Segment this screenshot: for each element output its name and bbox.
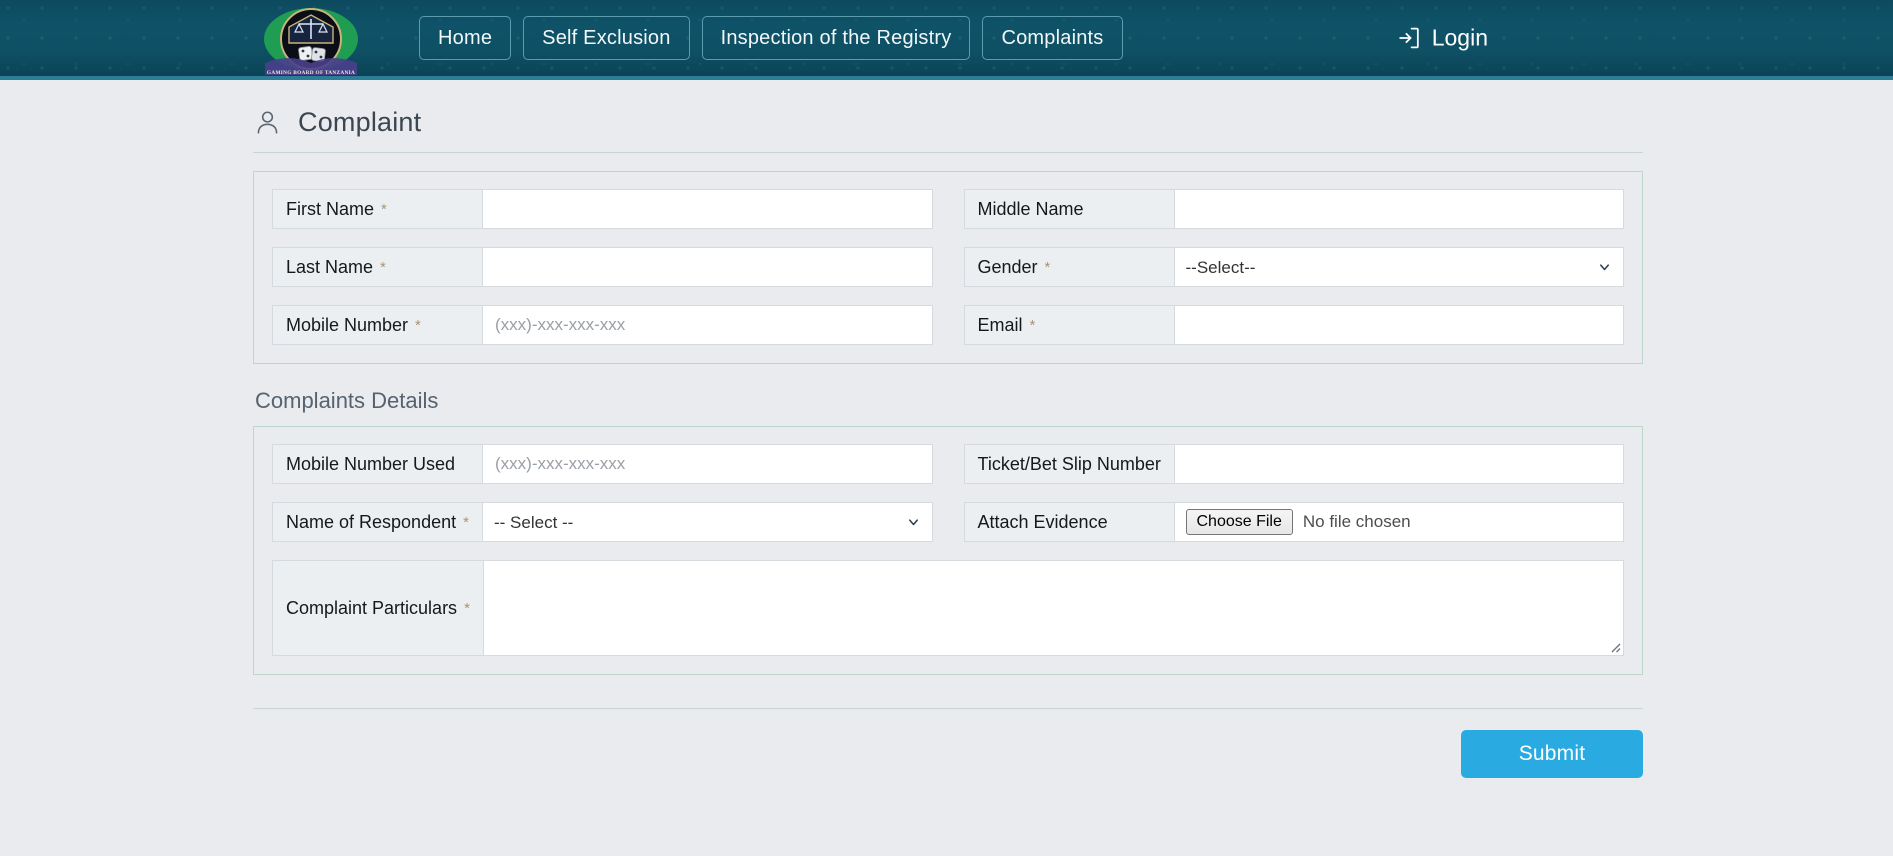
control-attach-evidence: Choose File No file chosen — [1174, 503, 1623, 541]
field-first-name: First Name * — [272, 189, 933, 229]
page-title-row: Complaint — [253, 95, 1643, 152]
gaming-board-of-tanzania-logo[interactable]: GAMING BOARD OF TANZANIA — [258, 0, 364, 76]
field-mobile-number: Mobile Number * — [272, 305, 933, 345]
footer-actions: Submit — [253, 709, 1643, 778]
field-email: Email * — [963, 305, 1624, 345]
middle-name-input[interactable] — [1184, 190, 1613, 228]
label-mobile-number-used: Mobile Number Used — [273, 445, 483, 483]
control-middle-name — [1174, 190, 1623, 228]
mobile-number-used-input[interactable] — [493, 445, 922, 483]
title-divider — [253, 152, 1643, 153]
control-complaint-particulars — [483, 561, 1623, 655]
label-first-name: First Name * — [273, 190, 483, 228]
field-ticket-bet-slip-number: Ticket/Bet Slip Number — [963, 444, 1624, 484]
label-ticket-bet-slip-number: Ticket/Bet Slip Number — [964, 445, 1175, 483]
mobile-number-input[interactable] — [493, 306, 922, 344]
label-text: Complaint Particulars — [286, 597, 458, 618]
field-last-name: Last Name * — [272, 247, 933, 287]
required-marker: * — [1029, 316, 1036, 334]
gender-select[interactable]: --Select-- — [1174, 248, 1623, 286]
required-marker: * — [381, 200, 387, 218]
complaints-details-panel: Mobile Number Used Ticket/Bet Slip Numbe… — [253, 426, 1643, 675]
label-complaint-particulars: Complaint Particulars * — [273, 561, 484, 655]
label-text: Mobile Number Used — [286, 453, 456, 474]
required-marker: * — [464, 599, 470, 617]
form-row-mobile-email: Mobile Number * Email * — [272, 305, 1624, 345]
nav-home[interactable]: Home — [419, 16, 512, 60]
submit-button[interactable]: Submit — [1461, 730, 1643, 778]
label-attach-evidence: Attach Evidence — [964, 503, 1175, 541]
form-row-respondent-evidence: Name of Respondent * -- Select -- Attach… — [272, 502, 1624, 542]
control-first-name — [483, 190, 932, 228]
page-body: Complaint First Name * Middle Name Last … — [0, 80, 1893, 856]
label-email: Email * — [964, 306, 1175, 344]
label-text: Last Name — [286, 256, 374, 277]
control-mobile-number-used — [483, 445, 932, 483]
logo-caption: GAMING BOARD OF TANZANIA — [266, 69, 356, 76]
label-text: Middle Name — [977, 198, 1084, 219]
form-row-particulars: Complaint Particulars * — [272, 560, 1624, 656]
sign-in-icon — [1398, 27, 1419, 49]
last-name-input[interactable] — [493, 248, 922, 286]
control-name-of-respondent: -- Select -- — [483, 503, 932, 541]
control-gender: --Select-- — [1174, 248, 1623, 286]
site-header: GAMING BOARD OF TANZANIA Home Self Exclu… — [0, 0, 1893, 80]
control-last-name — [483, 248, 932, 286]
label-gender: Gender * — [964, 248, 1175, 286]
applicant-details-panel: First Name * Middle Name Last Name * Gen… — [253, 171, 1643, 364]
login-button[interactable]: Login — [1397, 25, 1488, 52]
name-of-respondent-select[interactable]: -- Select -- — [483, 503, 932, 541]
nav-complaints[interactable]: Complaints — [982, 16, 1123, 60]
required-marker: * — [463, 513, 469, 531]
label-text: Email — [977, 314, 1023, 335]
first-name-input[interactable] — [493, 190, 922, 228]
nav-self-exclusion[interactable]: Self Exclusion — [523, 16, 690, 60]
form-row-mobile-ticket: Mobile Number Used Ticket/Bet Slip Numbe… — [272, 444, 1624, 484]
required-marker: * — [1044, 258, 1051, 276]
form-row-lastname-gender: Last Name * Gender * --Select-- — [272, 247, 1624, 287]
label-text: Gender — [977, 256, 1038, 277]
complaints-details-heading: Complaints Details — [255, 388, 439, 413]
control-mobile-number — [483, 306, 932, 344]
field-attach-evidence: Attach Evidence Choose File No file chos… — [963, 502, 1624, 542]
required-marker: * — [415, 316, 421, 334]
ticket-bet-slip-number-input[interactable] — [1184, 445, 1613, 483]
control-ticket-bet-slip-number — [1174, 445, 1623, 483]
choose-file-button[interactable]: Choose File — [1185, 509, 1293, 535]
required-marker: * — [380, 258, 386, 276]
label-last-name: Last Name * — [273, 248, 483, 286]
label-middle-name: Middle Name — [964, 190, 1175, 228]
main-navigation: Home Self Exclusion Inspection of the Re… — [419, 16, 1123, 60]
field-complaint-particulars: Complaint Particulars * — [272, 560, 1624, 656]
label-mobile-number: Mobile Number * — [273, 306, 483, 344]
file-chosen-status: No file chosen — [1302, 512, 1411, 531]
field-gender: Gender * --Select-- — [963, 247, 1624, 287]
label-text: Name of Respondent — [286, 511, 457, 532]
label-name-of-respondent: Name of Respondent * — [273, 503, 483, 541]
nav-inspection-of-the-registry[interactable]: Inspection of the Registry — [701, 16, 971, 60]
field-name-of-respondent: Name of Respondent * -- Select -- — [272, 502, 933, 542]
label-text: Ticket/Bet Slip Number — [977, 453, 1161, 474]
login-label: Login — [1431, 24, 1488, 51]
user-outline-icon — [257, 111, 278, 134]
email-input[interactable] — [1184, 306, 1613, 344]
label-text: Attach Evidence — [977, 511, 1108, 532]
label-text: First Name — [286, 198, 375, 219]
form-row-names: First Name * Middle Name — [272, 189, 1624, 229]
complaint-particulars-textarea[interactable] — [483, 561, 1623, 655]
page-title: Complaint — [298, 107, 422, 137]
control-email — [1174, 306, 1623, 344]
field-middle-name: Middle Name — [963, 189, 1624, 229]
field-mobile-number-used: Mobile Number Used — [272, 444, 933, 484]
label-text: Mobile Number — [286, 314, 409, 335]
